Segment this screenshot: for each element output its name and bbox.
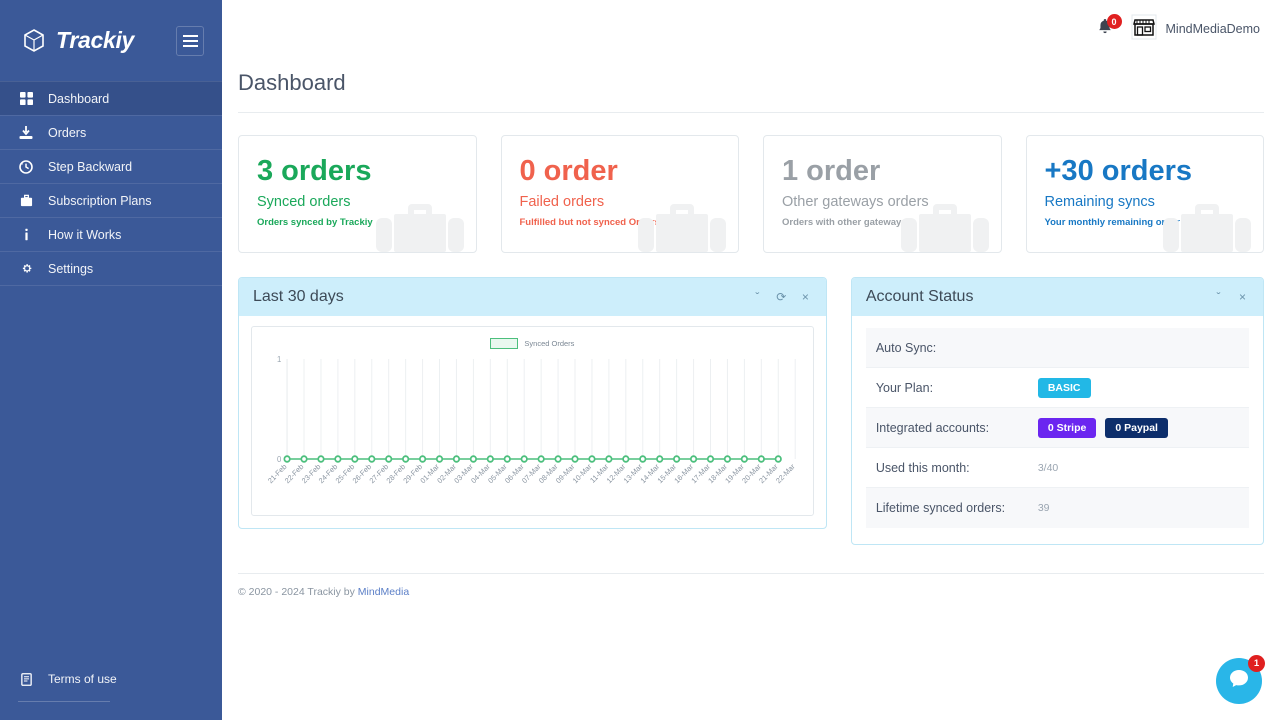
gear-icon <box>18 262 34 275</box>
status-value: 39 <box>1037 502 1050 514</box>
table-row: Your Plan: BASIC <box>865 368 1249 408</box>
close-icon[interactable]: × <box>799 291 812 303</box>
chat-unread-badge: 1 <box>1248 655 1265 672</box>
sidebar-item-terms-of-use[interactable]: Terms of use <box>0 662 222 696</box>
account-status-body: Auto Sync: Your Plan: BASIC Integrated a… <box>852 316 1263 544</box>
hamburger-icon[interactable] <box>176 25 204 56</box>
sidebar-divider <box>0 285 222 286</box>
history-icon <box>18 159 34 174</box>
panels-row: Last 30 days ˇ ⟳ × Synced Orders 0 1 21-Fe… <box>238 277 1264 545</box>
status-value: 3/40 <box>1037 461 1059 474</box>
chat-widget-button[interactable]: 1 <box>1216 655 1265 704</box>
briefcase-icon <box>18 194 34 207</box>
stat-card-value: 0 order <box>519 155 618 187</box>
stat-card-failed-orders[interactable]: 0 order Failed orders Fulfilled but not … <box>500 135 739 253</box>
svg-text:1: 1 <box>277 355 281 364</box>
shop-selector[interactable]: MindMediaDemo <box>1131 14 1260 45</box>
notifications-button[interactable]: 0 <box>1095 14 1122 41</box>
stat-card-value: +30 orders <box>1044 155 1193 187</box>
sidebar-item-label: How it Works <box>48 227 122 242</box>
briefcase-watermark-icon <box>634 202 730 252</box>
close-icon[interactable]: × <box>1236 291 1249 303</box>
chart-frame: Synced Orders 0 1 21-Feb 22-Feb 23-Feb 24-Feb… <box>251 326 814 516</box>
store-icon <box>1131 14 1157 45</box>
page-title: Dashboard <box>238 58 1264 113</box>
status-badge-paypal[interactable]: 0 Paypal <box>1105 417 1168 438</box>
notification-badge: 0 <box>1106 14 1122 29</box>
status-key: Your Plan: <box>875 380 934 395</box>
chart-panel-header: Last 30 days ˇ ⟳ × <box>239 278 826 316</box>
sidebar: Trackiy Dashboard Orders Step Backward S… <box>0 0 222 720</box>
brand-name: Trackiy <box>56 27 135 53</box>
sidebar-item-how-it-works[interactable]: How it Works <box>0 217 222 251</box>
sidebar-item-label: Subscription Plans <box>48 193 152 208</box>
sidebar-bottom-divider <box>18 701 110 702</box>
briefcase-watermark-icon <box>897 202 993 252</box>
table-row: Auto Sync: <box>865 328 1249 368</box>
sidebar-item-orders[interactable]: Orders <box>0 115 222 149</box>
sidebar-item-label: Terms of use <box>48 672 117 686</box>
status-key: Integrated accounts: <box>875 420 990 435</box>
grid-icon <box>18 92 34 105</box>
refresh-icon[interactable]: ⟳ <box>775 291 788 303</box>
chat-bubble-icon <box>1227 667 1251 696</box>
account-status-title: Account Status <box>865 288 974 305</box>
sidebar-item-label: Dashboard <box>48 91 110 106</box>
briefcase-watermark-icon <box>1159 202 1255 252</box>
shop-name: MindMediaDemo <box>1165 22 1260 36</box>
main-content: Dashboard 3 orders Synced orders Orders … <box>222 58 1280 720</box>
chart-panel: Last 30 days ˇ ⟳ × Synced Orders 0 1 21-Fe… <box>238 277 827 529</box>
topbar: 0 MindMediaDemo <box>222 0 1280 58</box>
status-key: Used this month: <box>875 460 970 475</box>
account-status-panel: Account Status ˇ × Auto Sync: Your Plan:… <box>850 277 1264 545</box>
stat-cards: 3 orders Synced orders Orders synced by … <box>238 135 1264 253</box>
sidebar-item-step-backward[interactable]: Step Backward <box>0 149 222 183</box>
sidebar-item-settings[interactable]: Settings <box>0 251 222 285</box>
status-value: BASIC <box>1037 377 1091 398</box>
chart-panel-title: Last 30 days <box>253 288 344 305</box>
footer: © 2020 - 2024 Trackiy by MindMedia <box>238 573 1264 598</box>
synced-orders-line-chart[interactable]: 0121-Feb22-Feb23-Feb24-Feb25-Feb26-Feb27… <box>258 351 807 511</box>
stat-card-value: 3 orders <box>257 155 372 187</box>
footer-text: © 2020 - 2024 Trackiy by <box>238 586 358 598</box>
table-row: Used this month: 3/40 <box>865 448 1249 488</box>
info-icon <box>18 228 34 241</box>
sidebar-item-label: Step Backward <box>48 159 133 174</box>
status-badge-stripe[interactable]: 0 Stripe <box>1037 417 1097 438</box>
sidebar-item-label: Settings <box>48 261 94 276</box>
status-value: 0 Stripe 0 Paypal <box>1037 417 1168 438</box>
sidebar-item-subscription-plans[interactable]: Subscription Plans <box>0 183 222 217</box>
legend-label-synced-orders: Synced Orders <box>524 338 575 348</box>
sidebar-item-label: Orders <box>48 125 87 140</box>
footer-link-mindmedia[interactable]: MindMedia <box>358 586 409 598</box>
cube-logo-icon <box>22 28 46 54</box>
download-icon <box>18 125 34 140</box>
chart-panel-body: Synced Orders 0 1 21-Feb 22-Feb 23-Feb 24-Feb… <box>239 316 826 528</box>
stat-card-synced-orders[interactable]: 3 orders Synced orders Orders synced by … <box>238 135 477 253</box>
account-status-header: Account Status ˇ × <box>851 278 1263 316</box>
sidebar-brand: Trackiy <box>0 0 222 81</box>
table-row: Lifetime synced orders: 39 <box>865 488 1249 528</box>
chart-legend: Synced Orders <box>258 335 807 351</box>
document-icon <box>18 672 34 686</box>
chart-panel-tools: ˇ ⟳ × <box>751 291 812 303</box>
account-status-tools: ˇ × <box>1212 291 1249 303</box>
stat-card-remaining-syncs[interactable]: +30 orders Remaining syncs Your monthly … <box>1025 135 1264 253</box>
table-row: Integrated accounts: 0 Stripe 0 Paypal <box>865 408 1249 448</box>
status-badge-plan[interactable]: BASIC <box>1037 377 1091 398</box>
status-key: Lifetime synced orders: <box>875 501 1006 515</box>
status-key: Auto Sync: <box>875 340 937 355</box>
stat-card-value: 1 order <box>782 155 881 187</box>
stat-card-other-gateways[interactable]: 1 order Other gateways orders Orders wit… <box>763 135 1002 253</box>
briefcase-watermark-icon <box>372 202 468 252</box>
collapse-icon[interactable]: ˇ <box>751 291 764 303</box>
legend-swatch-synced-orders <box>490 337 519 349</box>
collapse-icon[interactable]: ˇ <box>1212 291 1225 303</box>
sidebar-item-dashboard[interactable]: Dashboard <box>0 81 222 115</box>
svg-text:22-Mar: 22-Mar <box>774 462 797 486</box>
